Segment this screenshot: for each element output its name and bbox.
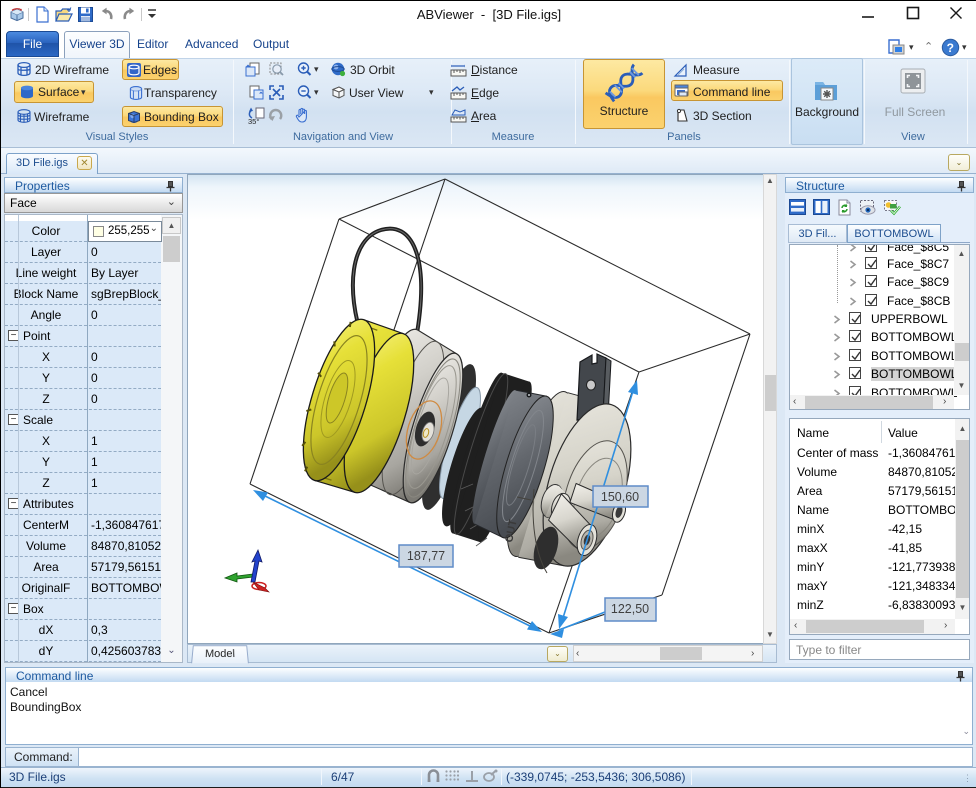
svg-text:150,60: 150,60 bbox=[601, 490, 639, 504]
svg-text:?: ? bbox=[947, 41, 954, 55]
svg-text:187,77: 187,77 bbox=[407, 549, 445, 563]
svg-text:122,50: 122,50 bbox=[611, 602, 649, 616]
svg-text:35°: 35° bbox=[248, 117, 259, 125]
